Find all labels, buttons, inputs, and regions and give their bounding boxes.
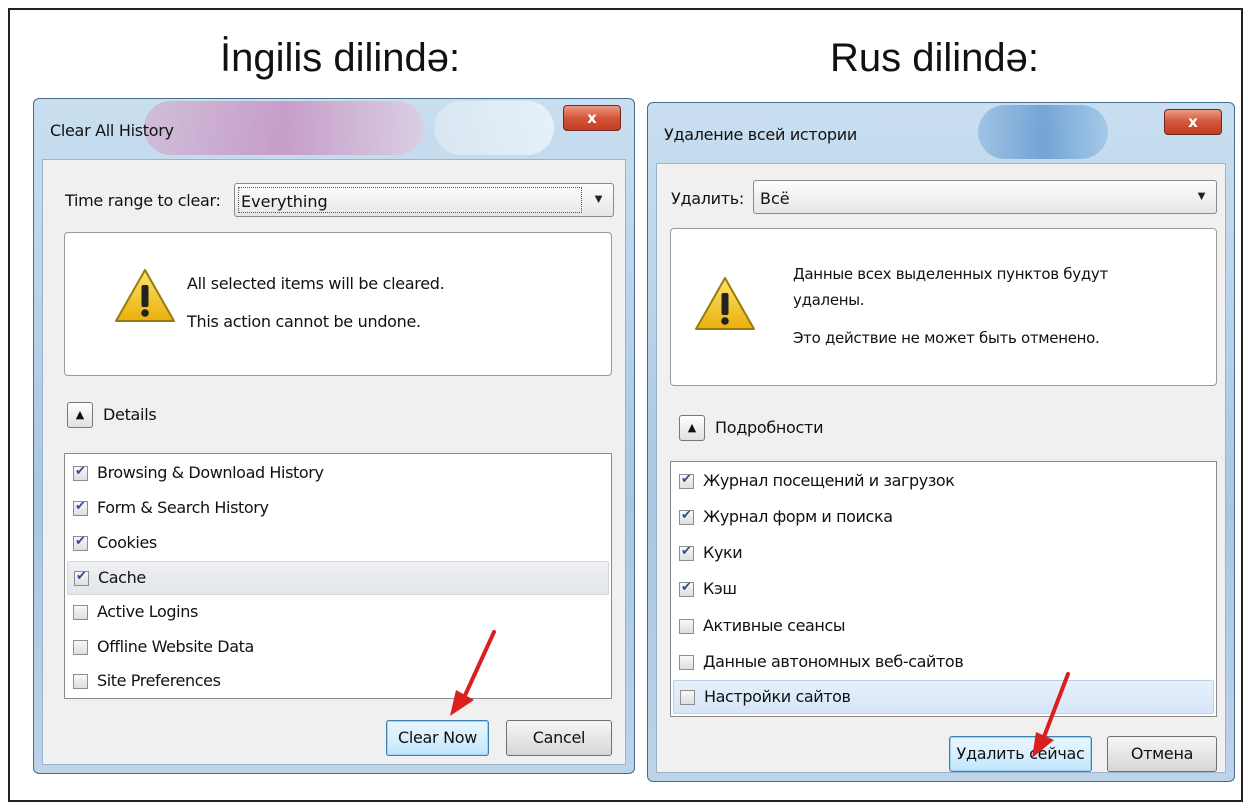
warning-icon <box>695 277 755 330</box>
annotation-arrow-russian <box>1032 672 1070 758</box>
checkbox[interactable] <box>680 690 695 705</box>
list-item[interactable]: Form & Search History <box>67 492 609 526</box>
list-item[interactable]: Данные автономных веб-сайтов <box>673 646 1214 680</box>
warning-line-2: This action cannot be undone. <box>187 312 421 331</box>
clear-history-dialog-english: Clear All History x Time range to clear:… <box>33 98 635 774</box>
list-item[interactable]: Журнал форм и поиска <box>673 501 1214 535</box>
history-items-list: Browsing & Download History Form & Searc… <box>64 453 612 699</box>
list-item[interactable]: Offline Website Data <box>67 631 609 665</box>
dialog-title: Удаление всей истории <box>664 125 857 144</box>
time-range-select[interactable]: Everything ▼ <box>234 183 614 217</box>
list-item[interactable]: Cache <box>67 561 609 595</box>
checkbox[interactable] <box>679 580 694 597</box>
item-label: Cache <box>98 568 146 587</box>
item-label: Browsing & Download History <box>97 463 324 482</box>
item-label: Site Preferences <box>97 671 221 690</box>
details-label: Details <box>103 405 157 424</box>
item-label: Form & Search History <box>97 498 269 517</box>
checkbox[interactable] <box>73 499 88 516</box>
close-button[interactable]: x <box>563 105 621 131</box>
list-item[interactable]: Site Preferences <box>67 665 609 699</box>
dropdown-arrow-icon: ▼ <box>592 191 605 206</box>
item-label: Журнал форм и поиска <box>703 507 893 526</box>
list-item[interactable]: Browsing & Download History <box>67 457 609 491</box>
checkbox[interactable] <box>679 619 694 634</box>
item-label: Активные сеансы <box>703 616 846 635</box>
dialog-client-area: Удалить: Всё ▼ Данные всех выделенных пу… <box>656 163 1226 773</box>
list-item[interactable]: Куки <box>673 537 1214 571</box>
close-button[interactable]: x <box>1164 109 1222 135</box>
warning-line-1: All selected items will be cleared. <box>187 274 445 293</box>
checkbox[interactable] <box>679 472 694 489</box>
list-item[interactable]: Active Logins <box>67 596 609 630</box>
dropdown-arrow-icon: ▼ <box>1195 188 1208 203</box>
checkbox[interactable] <box>73 464 88 481</box>
time-range-value: Everything <box>241 192 328 211</box>
item-label: Offline Website Data <box>97 637 254 656</box>
item-label: Cookies <box>97 533 157 552</box>
item-label: Active Logins <box>97 602 198 621</box>
item-label: Данные автономных веб-сайтов <box>703 652 964 671</box>
checkbox[interactable] <box>679 508 694 525</box>
title-bar-decoration <box>144 101 424 155</box>
details-label: Подробности <box>715 418 824 437</box>
item-label: Настройки сайтов <box>704 687 851 706</box>
item-label: Журнал посещений и загрузок <box>703 471 955 490</box>
checkbox[interactable] <box>679 544 694 561</box>
title-bar-decoration <box>978 105 1108 159</box>
cancel-button[interactable]: Cancel <box>506 720 612 756</box>
clear-now-button[interactable]: Clear Now <box>386 720 489 756</box>
list-item[interactable]: Активные сеансы <box>673 610 1214 644</box>
time-range-select[interactable]: Всё ▼ <box>753 180 1217 214</box>
title-bar: Clear All History x <box>34 99 634 159</box>
warning-line-1: Данные всех выделенных пунктов будут <box>793 265 1108 283</box>
annotation-arrow-english <box>450 630 496 716</box>
checkbox[interactable] <box>74 569 89 586</box>
chevron-up-icon[interactable]: ▲ <box>67 402 93 428</box>
time-range-label: Time range to clear: <box>65 191 221 210</box>
english-heading: İngilis dilində: <box>220 36 461 80</box>
cancel-button[interactable]: Отмена <box>1107 736 1217 772</box>
warning-box: Данные всех выделенных пунктов будут уда… <box>670 228 1217 386</box>
history-items-list: Журнал посещений и загрузок Журнал форм … <box>670 461 1217 717</box>
warning-line-1-continued: удалены. <box>793 291 865 309</box>
checkbox[interactable] <box>73 674 88 689</box>
dialog-title: Clear All History <box>50 121 174 140</box>
list-item[interactable]: Cookies <box>67 527 609 561</box>
list-item[interactable]: Кэш <box>673 573 1214 607</box>
clear-history-dialog-russian: Удаление всей истории x Удалить: Всё ▼ Д… <box>647 102 1235 782</box>
warning-icon <box>115 269 175 322</box>
checkbox[interactable] <box>679 655 694 670</box>
item-label: Кэш <box>703 579 737 598</box>
checkbox[interactable] <box>73 640 88 655</box>
title-bar-glow <box>434 101 554 155</box>
checkbox[interactable] <box>73 605 88 620</box>
warning-box: All selected items will be cleared. This… <box>64 232 612 376</box>
russian-heading: Rus dilində: <box>830 36 1040 80</box>
dialog-client-area: Time range to clear: Everything ▼ All se… <box>42 159 626 765</box>
item-label: Куки <box>703 543 743 562</box>
time-range-value: Всё <box>760 189 790 208</box>
list-item[interactable]: Журнал посещений и загрузок <box>673 465 1214 499</box>
checkbox[interactable] <box>73 534 88 551</box>
warning-line-2: Это действие не может быть отменено. <box>793 329 1100 347</box>
chevron-up-icon[interactable]: ▲ <box>679 415 705 441</box>
title-bar: Удаление всей истории x <box>648 103 1234 163</box>
time-range-label: Удалить: <box>671 189 744 208</box>
list-item[interactable]: Настройки сайтов <box>673 680 1214 714</box>
